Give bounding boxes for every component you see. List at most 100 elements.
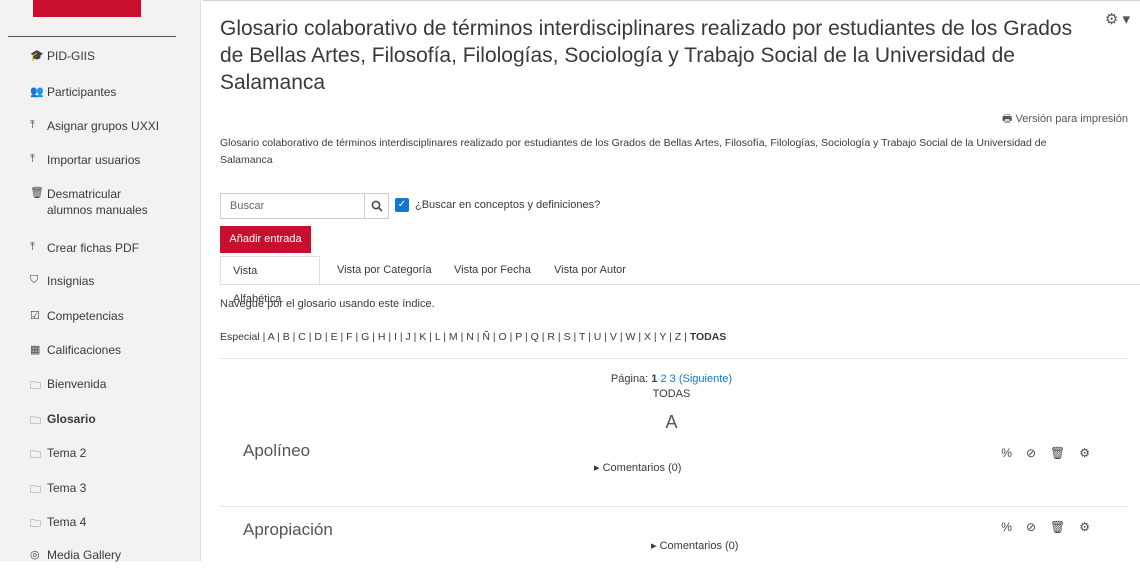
folder-icon: 🗀 <box>30 484 41 496</box>
sidebar-item-label: Glosario <box>47 412 96 426</box>
sidebar-item[interactable]: ☑ Competencias <box>30 309 124 331</box>
sidebar: 🎓 PID-GIIS 👥 Participantes ⤒ Asignar grupos U… <box>0 0 201 562</box>
comments-toggle[interactable]: ▸ Comentarios (0) <box>651 539 738 552</box>
add-entry-button[interactable]: Añadir entrada <box>220 226 311 253</box>
alphabet-letter[interactable]: X <box>644 331 651 343</box>
sidebar-item-label: Calificaciones <box>47 343 122 357</box>
sidebar-item-label: Participantes <box>47 85 117 99</box>
gallery-icon: ◎ <box>30 549 40 561</box>
upload-icon: ⤒ <box>30 241 35 253</box>
sidebar-item-label: Crear fichas PDF <box>47 241 140 255</box>
link-icon[interactable]: % <box>1001 520 1012 534</box>
index-instructions: Navegue por el glosario usando este índi… <box>220 298 435 310</box>
entry-title: Apropiación <box>243 520 333 539</box>
alphabet-letter[interactable]: Q <box>531 331 539 343</box>
alphabet-letter[interactable]: W <box>625 331 635 343</box>
alphabet-letter[interactable]: Z <box>675 331 681 343</box>
alphabet-letter[interactable]: S <box>564 331 571 343</box>
alphabet-letter[interactable]: K <box>419 331 426 343</box>
top-divider <box>203 0 1140 1</box>
sidebar-item[interactable]: ◎ Media Gallery <box>30 548 121 570</box>
alphabet-letter[interactable]: G <box>361 331 369 343</box>
tab-date[interactable]: Vista por Fecha <box>454 256 531 284</box>
sidebar-item-label: Tema 4 <box>47 515 87 529</box>
sidebar-item[interactable]: ▦ Calificaciones <box>30 343 121 365</box>
pagination-all[interactable]: TODAS <box>203 387 1140 402</box>
alphabet-index: Especial | A | B | C | D | E | F | G | H… <box>220 331 727 343</box>
tab-category[interactable]: Vista por Categoría <box>337 256 432 284</box>
tab-alphabetic[interactable]: Vista Alfabética <box>220 256 320 305</box>
search-input[interactable]: Buscar <box>220 193 388 219</box>
sidebar-item[interactable]: 🗀 Glosario <box>30 412 96 434</box>
alphabet-letter[interactable]: Y <box>659 331 666 343</box>
sidebar-item[interactable]: ⛉ Insignias <box>30 274 94 296</box>
sidebar-item[interactable]: 🗀 Bienvenida <box>30 377 106 399</box>
alphabet-all[interactable]: TODAS <box>690 331 727 343</box>
users-icon: 👥 <box>30 86 44 98</box>
alphabet-letter[interactable]: J <box>406 331 411 343</box>
entry-actions: % ⊘ 🗑 ⚙ <box>1001 446 1090 460</box>
page-title: Glosario colaborativo de términos interd… <box>220 17 1073 94</box>
sidebar-item-label: Importar usuarios <box>47 153 141 167</box>
alphabet-letter[interactable]: Especial <box>220 331 260 343</box>
glossary-description: Glosario colaborativo de términos interd… <box>220 137 1047 166</box>
folder-icon: 🗀 <box>30 518 41 530</box>
alphabet-letter[interactable]: Ñ <box>482 331 490 343</box>
link-icon[interactable]: % <box>1001 446 1012 460</box>
block-icon[interactable]: ⊘ <box>1026 446 1036 460</box>
alphabet-letter[interactable]: M <box>449 331 458 343</box>
sidebar-item[interactable]: 🗀 Tema 4 <box>30 515 86 537</box>
gear-icon[interactable]: ⚙ <box>1079 520 1090 534</box>
alphabet-letter[interactable]: P <box>515 331 522 343</box>
trash-icon[interactable]: 🗑 <box>1050 520 1065 534</box>
alphabet-letter[interactable]: F <box>346 331 352 343</box>
gear-icon[interactable]: ⚙ <box>1079 446 1090 460</box>
block-icon[interactable]: ⊘ <box>1026 520 1036 534</box>
alphabet-letter[interactable]: U <box>594 331 602 343</box>
gear-icon: ⚙ <box>1104 11 1119 28</box>
checkbox-icon: ☑ <box>30 310 40 322</box>
pagination-next[interactable]: (Siguiente) <box>679 373 732 385</box>
alphabet-letter[interactable]: A <box>268 331 274 343</box>
divider <box>220 506 1128 507</box>
trash-icon[interactable]: 🗑 <box>1050 446 1065 460</box>
sidebar-top-button[interactable] <box>33 0 141 17</box>
alphabet-letter[interactable]: I <box>394 331 397 343</box>
sidebar-item[interactable]: 🗀 Tema 2 <box>30 446 86 468</box>
sidebar-item[interactable]: ⤒ Crear fichas PDF <box>30 241 139 263</box>
alphabet-letter[interactable]: O <box>499 331 507 343</box>
pagination-page-2[interactable]: 2 <box>660 373 666 385</box>
sidebar-item[interactable]: 🗀 Tema 3 <box>30 481 86 503</box>
alphabet-letter[interactable]: H <box>378 331 386 343</box>
comments-toggle[interactable]: ▸ Comentarios (0) <box>594 461 681 474</box>
search-button[interactable] <box>364 193 389 219</box>
alphabet-letter[interactable]: V <box>610 331 617 343</box>
alphabet-letter[interactable]: C <box>298 331 306 343</box>
sidebar-item-label: Tema 2 <box>47 446 87 460</box>
alphabet-letter[interactable]: T <box>579 331 585 343</box>
alphabet-letter[interactable]: R <box>547 331 555 343</box>
sidebar-item[interactable]: 🎓 PID-GIIS <box>30 49 95 71</box>
alphabet-letter[interactable]: D <box>314 331 322 343</box>
search-concepts-label: ¿Buscar en conceptos y definiciones? <box>415 199 601 211</box>
alphabet-letter[interactable]: N <box>466 331 474 343</box>
sidebar-item-label: Asignar grupos UXXI <box>47 119 160 133</box>
sidebar-item-label: Tema 3 <box>47 481 87 495</box>
sidebar-item[interactable]: 👥 Participantes <box>30 85 116 107</box>
alphabet-letter[interactable]: E <box>331 331 338 343</box>
settings-gear-menu[interactable]: ⚙ ▾ <box>1105 10 1130 28</box>
sidebar-item[interactable]: 🗑 Desmatricular alumnos manuales <box>30 186 157 217</box>
sidebar-item-label: Desmatricular alumnos manuales <box>47 187 148 217</box>
alphabet-letter[interactable]: B <box>283 331 290 343</box>
sidebar-divider <box>8 36 176 37</box>
table-icon: ▦ <box>30 344 41 356</box>
tab-author[interactable]: Vista por Autor <box>554 256 626 284</box>
search-concepts-checkbox[interactable]: ✓ <box>395 198 409 212</box>
alphabet-letter[interactable]: L <box>435 331 440 343</box>
sidebar-item[interactable]: ⤒ Importar usuarios <box>30 153 140 175</box>
sidebar-item[interactable]: ⤒ Asignar grupos UXXI <box>30 119 159 141</box>
sidebar-item-label: Bienvenida <box>47 377 107 391</box>
pagination-page-3[interactable]: 3 <box>670 373 676 385</box>
entry-actions: % ⊘ 🗑 ⚙ <box>1001 520 1090 534</box>
print-version-link[interactable]: 🖶 Versión para impresión <box>1002 110 1128 129</box>
